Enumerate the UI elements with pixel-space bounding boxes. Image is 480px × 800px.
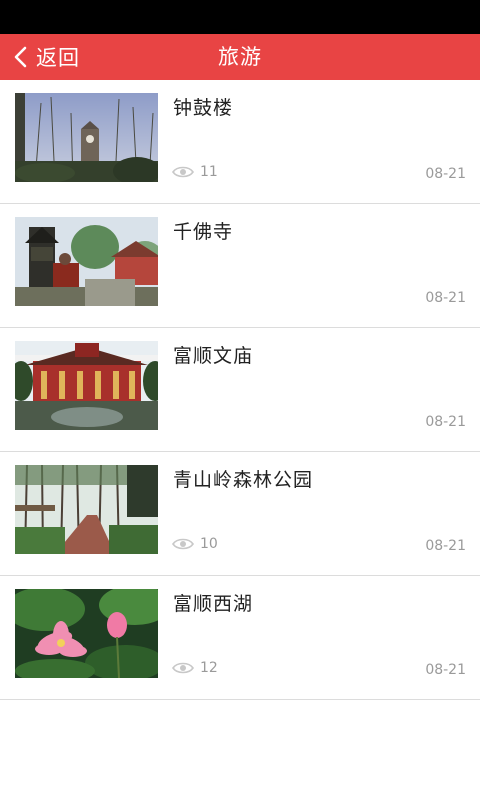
view-count: 12 (172, 660, 218, 676)
thumbnail-image (15, 217, 158, 306)
view-count-value: 12 (200, 660, 218, 676)
item-title: 千佛寺 (173, 221, 234, 243)
forest-path-photo (15, 465, 158, 554)
item-date: 08-21 (425, 414, 466, 430)
chevron-left-icon (14, 46, 27, 68)
list-item[interactable]: 青山岭森林公园 10 08-21 (0, 452, 480, 576)
item-date: 08-21 (425, 662, 466, 678)
app-header: 旅游 返回 (0, 34, 480, 80)
view-count-value: 10 (200, 536, 218, 552)
back-label: 返回 (36, 46, 80, 70)
list-item[interactable]: 千佛寺 08-21 (0, 204, 480, 328)
item-date: 08-21 (425, 538, 466, 554)
clock-tower-photo (15, 93, 158, 182)
list-item[interactable]: 富顺文庙 08-21 (0, 328, 480, 452)
confucius-temple-photo (15, 341, 158, 430)
thumbnail-image (15, 589, 158, 678)
item-date: 08-21 (425, 290, 466, 306)
list-item[interactable]: 富顺西湖 12 08-21 (0, 576, 480, 700)
item-title: 青山岭森林公园 (173, 469, 314, 491)
item-title: 钟鼓楼 (173, 97, 234, 119)
back-button[interactable]: 返回 (12, 34, 80, 80)
eye-icon (172, 662, 194, 674)
lotus-flower-photo (15, 589, 158, 678)
thumbnail-image (15, 341, 158, 430)
eye-icon (172, 166, 194, 178)
item-title: 富顺西湖 (173, 593, 254, 615)
travel-list: 钟鼓楼 11 08-21 千佛寺 08-21 富顺文庙 08-21 青山岭森林公… (0, 80, 480, 700)
list-item[interactable]: 钟鼓楼 11 08-21 (0, 80, 480, 204)
temple-incense-photo (15, 217, 158, 306)
item-date: 08-21 (425, 166, 466, 182)
view-count-value: 11 (200, 164, 218, 180)
view-count: 10 (172, 536, 218, 552)
eye-icon (172, 538, 194, 550)
thumbnail-image (15, 465, 158, 554)
view-count: 11 (172, 164, 218, 180)
status-bar (0, 0, 480, 34)
item-title: 富顺文庙 (173, 345, 254, 367)
thumbnail-image (15, 93, 158, 182)
